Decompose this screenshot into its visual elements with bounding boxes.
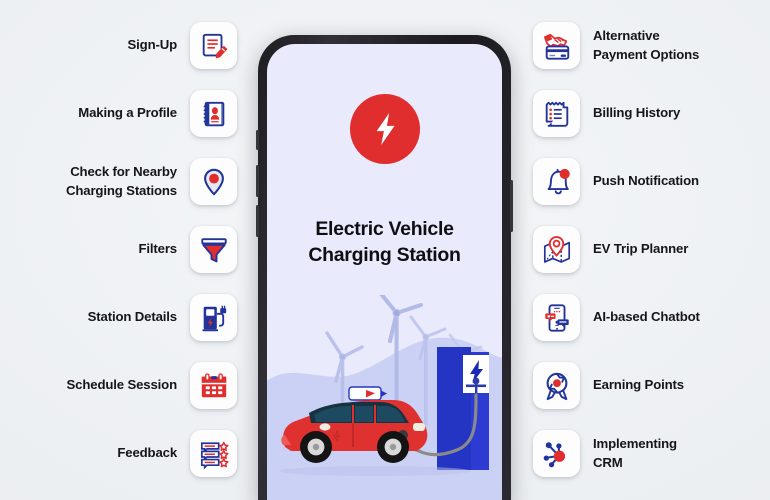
feature-label: EV Trip Planner (593, 241, 689, 257)
feature-push-notification[interactable]: Push Notification (533, 158, 699, 205)
feature-check-nearby-charging-stations[interactable]: Check for Nearby Charging Stations (66, 158, 237, 205)
feature-ev-trip-planner[interactable]: EV Trip Planner (533, 226, 688, 273)
app-title: Electric Vehicle Charging Station (308, 218, 461, 267)
feature-label: Check for Nearby Charging Stations (65, 163, 177, 198)
feature-label: Making a Profile (78, 105, 177, 121)
calendar-icon (190, 362, 237, 409)
feature-label: Station Details (87, 309, 178, 325)
receipt-bill-icon (533, 90, 580, 137)
filter-funnel-icon (190, 226, 237, 273)
feature-label: Billing History (593, 105, 681, 121)
profile-notebook-icon (190, 90, 237, 137)
phone-volume-down-button[interactable] (256, 205, 259, 237)
signup-document-pencil-icon (190, 22, 237, 69)
feature-feedback[interactable]: Feedback (117, 430, 237, 477)
ev-charging-illustration (267, 287, 502, 500)
charging-pump-icon (190, 294, 237, 341)
handshake-credit-card-icon (533, 22, 580, 69)
left-feature-column: Sign-Up Making a Profile Check for Nearb… (0, 0, 250, 500)
map-route-pin-icon (533, 226, 580, 273)
feature-label: Sign-Up (127, 37, 178, 53)
bell-notification-icon (533, 158, 580, 205)
feature-sign-up[interactable]: Sign-Up (127, 22, 237, 69)
map-pin-icon (190, 158, 237, 205)
feature-making-a-profile[interactable]: Making a Profile (78, 90, 237, 137)
feature-alternative-payment-options[interactable]: Alternative Payment Options (533, 22, 699, 69)
feature-label: Alternative Payment Options (593, 27, 700, 62)
crm-network-nodes-icon (533, 430, 580, 477)
phone-volume-up-button[interactable] (256, 165, 259, 197)
charging-station (437, 347, 489, 470)
feature-label: Schedule Session (66, 377, 178, 393)
right-feature-column: Alternative Payment Options Billing Hist… (520, 0, 770, 500)
award-rosette-icon (533, 362, 580, 409)
phone-mockup: Electric Vehicle Charging Station (256, 35, 513, 500)
feature-filters[interactable]: Filters (138, 226, 237, 273)
phone-mute-button[interactable] (256, 130, 259, 150)
chatbot-phone-icon (533, 294, 580, 341)
feature-earning-points[interactable]: Earning Points (533, 362, 684, 409)
feature-implementing-crm[interactable]: Implementing CRM (533, 430, 677, 477)
feature-label: Earning Points (593, 377, 684, 393)
phone-power-button[interactable] (510, 180, 513, 232)
feature-schedule-session[interactable]: Schedule Session (67, 362, 237, 409)
phone-screen: Electric Vehicle Charging Station (267, 44, 502, 500)
battery-indicator (348, 386, 387, 401)
feedback-stars-icon (190, 430, 237, 477)
feature-label: Push Notification (593, 173, 699, 189)
feature-label: Implementing CRM (593, 435, 677, 470)
feature-label: Feedback (117, 445, 177, 461)
feature-station-details[interactable]: Station Details (88, 294, 237, 341)
feature-billing-history[interactable]: Billing History (533, 90, 680, 137)
feature-label: AI-based Chatbot (593, 309, 700, 325)
feature-label: Filters (138, 241, 177, 257)
lightning-bolt-icon (349, 94, 420, 164)
infographic-canvas: Sign-Up Making a Profile Check for Nearb… (0, 0, 770, 500)
feature-ai-based-chatbot[interactable]: AI-based Chatbot (533, 294, 700, 341)
